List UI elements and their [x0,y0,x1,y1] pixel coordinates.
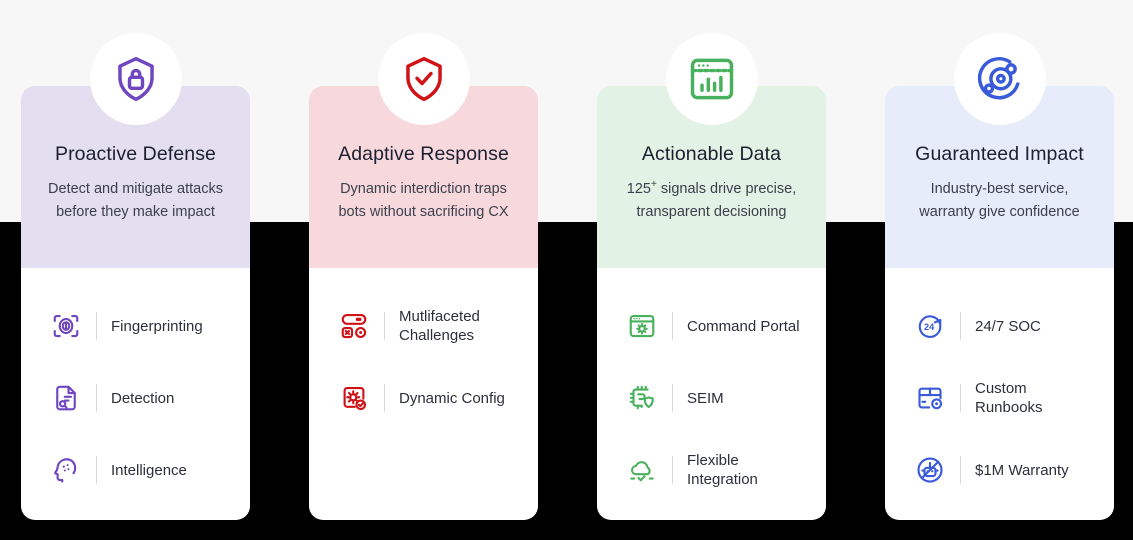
browser-gear-icon [625,309,659,343]
document-search-icon [49,381,83,415]
divider [384,384,385,412]
list-item-label: Flexible Integration [687,452,758,488]
badge-adaptive-response [378,33,470,125]
list-item[interactable]: 24 24/7 SOC [885,290,1114,362]
list-item[interactable]: SEIM [597,362,826,434]
list-item[interactable]: Intelligence [21,434,250,506]
list-item-label: Fingerprinting [111,317,203,335]
card-title: Proactive Defense [54,143,217,165]
badge-actionable-data [666,33,758,125]
divider [672,384,673,412]
badge-proactive-defense [90,33,182,125]
list-item[interactable]: Dynamic Config [309,362,538,434]
card-title: Adaptive Response [338,143,509,165]
card-feature-list: 24 24/7 SOC Custom Runbooks $1M Warranty [885,268,1114,520]
chip-shield-icon [625,381,659,415]
shield-check-icon [398,53,450,105]
card-description: Detect and mitigate attacks before they … [48,181,223,220]
divider [96,312,97,340]
badge-guaranteed-impact [954,33,1046,125]
card-description-text: signals drive precise, transparent decis… [636,181,797,220]
divider [96,384,97,412]
list-item[interactable]: Custom Runbooks [885,362,1114,434]
list-item[interactable]: Detection [21,362,250,434]
bot-blocked-icon [913,453,947,487]
list-item[interactable]: Mutlifaceted Challenges [309,290,538,362]
list-item-label: Custom Runbooks [975,380,1043,416]
orbit-nodes-icon [974,53,1026,105]
divider [672,456,673,484]
divider [960,312,961,340]
card-adaptive-response[interactable]: Adaptive Response Dynamic interdiction t… [309,86,538,520]
list-item-label: 24/7 SOC [975,317,1041,335]
feature-cards-section: Proactive Defense Detect and mitigate at… [0,0,1133,540]
list-item[interactable]: Flexible Integration [597,434,826,506]
list-item[interactable]: Command Portal [597,290,826,362]
list-item-label: SEIM [687,389,724,407]
card-feature-list: Fingerprinting Detection Intelligence [21,268,250,520]
svg-text:24: 24 [924,322,935,332]
card-proactive-defense[interactable]: Proactive Defense Detect and mitigate at… [21,86,250,520]
list-item[interactable]: $1M Warranty [885,434,1114,506]
clock-24-icon: 24 [913,309,947,343]
list-item-label: Intelligence [111,461,187,479]
divider [384,312,385,340]
card-title: Actionable Data [641,143,782,165]
card-description: Industry-best service, warranty give con… [919,181,1080,220]
card-guaranteed-impact[interactable]: Guaranteed Impact Industry-best service,… [885,86,1114,520]
cloud-check-icon [625,453,659,487]
gear-config-check-icon [337,381,371,415]
list-item-label: Command Portal [687,317,800,335]
divider [672,312,673,340]
list-item-label: $1M Warranty [975,461,1069,479]
card-feature-list: Mutlifaceted Challenges Dynamic Config [309,268,538,520]
shield-lock-icon [110,53,162,105]
divider [960,456,961,484]
list-item[interactable]: Fingerprinting [21,290,250,362]
card-description: Dynamic interdiction traps bots without … [338,181,509,220]
list-item-label: Dynamic Config [399,389,505,407]
list-item-label: Mutlifaceted Challenges [399,308,480,344]
browser-bar-chart-icon [686,53,738,105]
card-actionable-data[interactable]: Actionable Data 125+ signals drive preci… [597,86,826,520]
signal-count: 125 [626,181,651,197]
fingerprint-scan-icon [49,309,83,343]
card-description: 125+ signals drive precise, transparent … [609,178,814,224]
head-intelligence-icon [49,453,83,487]
divider [960,384,961,412]
card-title: Guaranteed Impact [915,143,1084,165]
toggle-controls-icon [337,309,371,343]
divider [96,456,97,484]
list-item-label: Detection [111,389,175,407]
card-feature-list: Command Portal SEIM Flexible Integration [597,268,826,520]
box-gear-icon [913,381,947,415]
